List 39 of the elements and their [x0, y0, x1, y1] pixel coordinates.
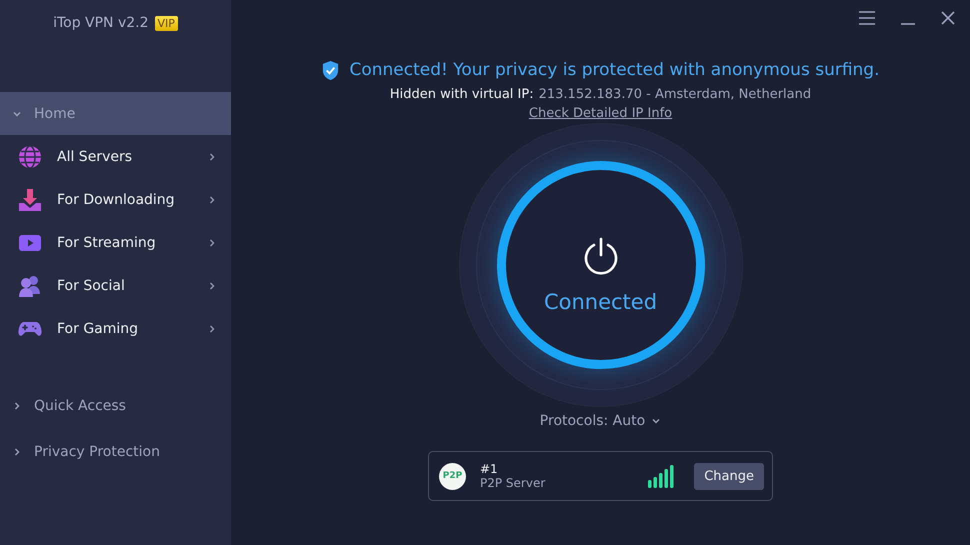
- item-label: For Downloading: [57, 192, 176, 208]
- signal-icon: [648, 464, 674, 488]
- chevron-icon: [207, 152, 217, 162]
- status-message: Connected! Your privacy is protected with anonymous surfing.: [349, 60, 880, 80]
- globe-icon: [18, 144, 42, 168]
- server-number: #1: [480, 462, 499, 476]
- server-name: P2P Server: [480, 476, 546, 490]
- change-button[interactable]: Change: [694, 462, 764, 490]
- caret-icon: [651, 416, 662, 426]
- close-icon[interactable]: [940, 10, 956, 26]
- menu-icon[interactable]: [858, 10, 876, 26]
- chevron-icon: [207, 194, 217, 204]
- vip-badge: VIP: [154, 16, 178, 30]
- sidebar-item[interactable]: For Downloading: [0, 178, 231, 221]
- protocols-dropdown[interactable]: Protocols: Auto: [536, 411, 666, 431]
- sidebar-item[interactable]: For Streaming: [0, 221, 231, 264]
- download-icon: [18, 188, 42, 212]
- item-label: For Streaming: [57, 234, 157, 250]
- chevron-icon: [12, 447, 22, 457]
- people-icon: [18, 274, 42, 298]
- power-button[interactable]: Connected: [496, 161, 704, 369]
- server-badge: P2P: [439, 462, 466, 490]
- item-label: For Gaming: [57, 320, 140, 336]
- item-label: All Servers: [57, 148, 134, 164]
- app-title: iTop VPN v2.2: [53, 15, 149, 31]
- ip-value: 213.152.183.70 - Amsterdam, Netherland: [538, 87, 812, 102]
- item-label: For Social: [57, 278, 126, 294]
- chevron-icon: [12, 401, 22, 411]
- ip-info-link[interactable]: Check Detailed IP Info: [528, 106, 672, 121]
- sidebar-item[interactable]: For Gaming: [0, 307, 231, 350]
- sidebar-item[interactable]: All Servers: [0, 135, 231, 178]
- sidebar-item[interactable]: For Social: [0, 264, 231, 307]
- sidebar-section[interactable]: Quick Access: [0, 383, 231, 429]
- chevron-icon: [207, 280, 217, 290]
- sidebar-section[interactable]: Privacy Protection: [0, 429, 231, 475]
- ip-label: Hidden with virtual IP:: [390, 87, 534, 102]
- chevron-icon: [207, 324, 217, 334]
- chevron-icon: [207, 238, 217, 248]
- shield-icon: [321, 60, 340, 80]
